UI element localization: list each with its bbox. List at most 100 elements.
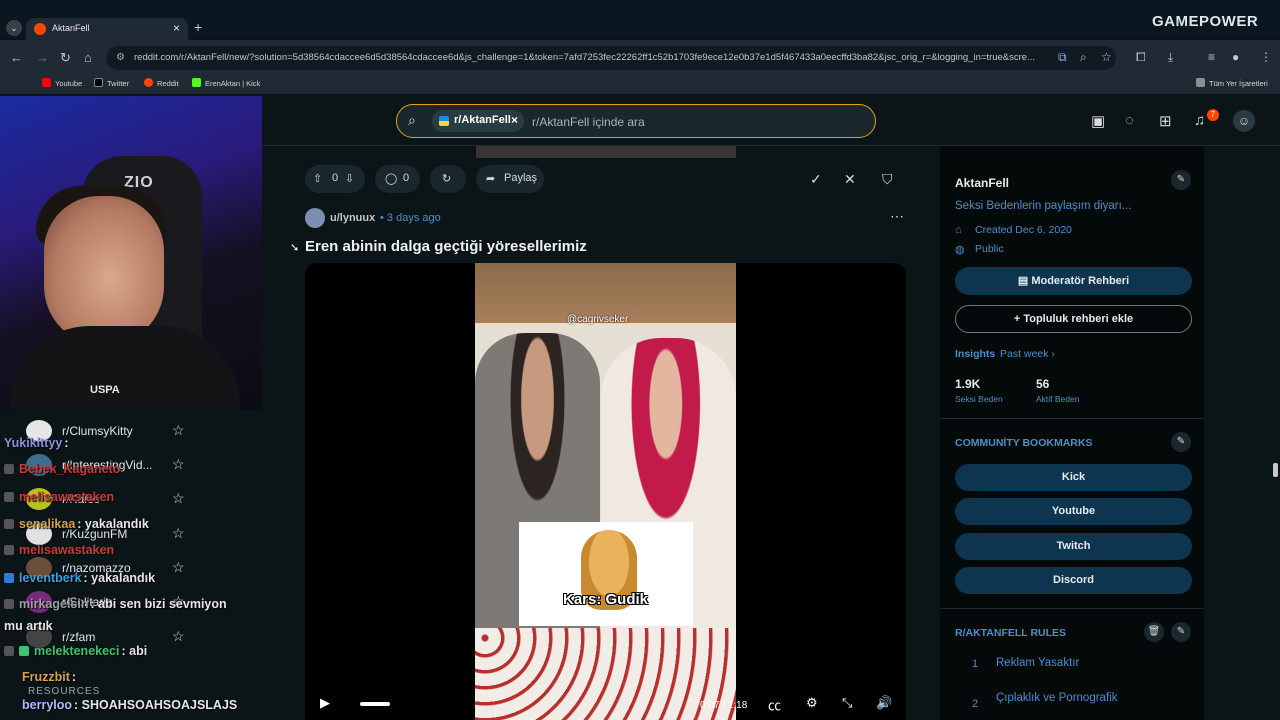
bookmark-youtube[interactable]: Youtube: [42, 78, 82, 88]
search-icon: ⌕: [408, 112, 416, 128]
streamer-webcam: ZIO USPA: [0, 96, 262, 410]
forward-icon[interactable]: →: [36, 50, 49, 65]
insights-label[interactable]: Insights: [955, 348, 995, 360]
clear-scope-icon[interactable]: ×: [511, 113, 518, 127]
chat-badge-icon: [4, 646, 14, 656]
video-time: 0:07 / 1:18: [700, 700, 748, 711]
all-bookmarks[interactable]: Tüm Yer İşaretleri: [1196, 78, 1268, 88]
chat-message: Bebek_Kaganeto: [4, 462, 122, 476]
bookmark-twitter[interactable]: Twitter: [94, 78, 129, 88]
star-icon[interactable]: ☆: [1101, 50, 1112, 64]
rules-heading: R/AKTANFELL RULES: [955, 627, 1067, 639]
bookmarks-heading: COMMUNİTY BOOKMARKS: [955, 437, 1093, 449]
remove-icon[interactable]: ✕: [844, 171, 856, 188]
home-icon[interactable]: ⌂: [84, 50, 92, 65]
fullscreen-icon[interactable]: ⤡: [842, 695, 852, 711]
mouse-cursor-icon: ➘: [290, 242, 300, 254]
post-timestamp: • 3 days ago: [380, 212, 441, 224]
community-icon: [439, 116, 449, 126]
post-title[interactable]: Eren abinin dalga geçtiği yöresellerimiz: [305, 238, 587, 255]
favorite-star-icon[interactable]: ☆: [172, 456, 185, 473]
new-tab-button[interactable]: +: [194, 19, 202, 35]
vote-bar[interactable]: ⇧ 0 ⇩: [305, 165, 365, 193]
volume-icon[interactable]: 🔊: [876, 695, 892, 711]
favorite-star-icon[interactable]: ☆: [172, 525, 185, 542]
bookmark-kick[interactable]: ErenAktan | Kick: [192, 78, 260, 88]
edit-pencil-icon[interactable]: ✎: [1171, 432, 1191, 452]
post-author[interactable]: u/lynuux: [330, 212, 375, 224]
tab-search-icon[interactable]: ⌄: [6, 20, 22, 36]
bell-icon[interactable]: ♫: [1194, 112, 1205, 129]
more-options-icon[interactable]: ⋯: [890, 208, 904, 225]
rule-text[interactable]: Çıplaklık ve Pornografik: [996, 692, 1117, 704]
captions-icon[interactable]: ㏄: [768, 695, 781, 714]
approve-icon[interactable]: ✓: [810, 171, 822, 188]
video-progress-bar[interactable]: [360, 702, 390, 706]
community-description: Seksi Bedenlerin paylaşım diyarı...: [955, 200, 1132, 212]
favorite-star-icon[interactable]: ☆: [172, 490, 185, 507]
stat-members-value: 1.9K: [955, 377, 981, 391]
streamer-face: [44, 196, 164, 346]
bookmark-button-discord[interactable]: Discord: [955, 567, 1192, 594]
shirt-print: USPA: [90, 384, 120, 396]
reddit-favicon-icon: [34, 23, 46, 35]
browser-tab-bar: [0, 0, 1280, 38]
upvote-icon[interactable]: ⇧: [313, 172, 322, 185]
moderator-guide-button[interactable]: ▤ Moderatör Rehberi: [955, 267, 1192, 295]
chat-message: Yukikittyy:: [4, 436, 69, 450]
favorite-star-icon[interactable]: ☆: [172, 559, 185, 576]
edit-pencil-icon[interactable]: ✎: [1171, 170, 1191, 190]
trash-icon[interactable]: 🗑: [1144, 622, 1164, 642]
bookmark-button-twitch[interactable]: Twitch: [955, 533, 1192, 560]
edit-pencil-icon[interactable]: ✎: [1171, 622, 1191, 642]
globe-icon: ◍: [955, 244, 965, 256]
resources-heading[interactable]: RESOURCES: [28, 686, 100, 697]
play-icon[interactable]: ▶: [320, 695, 330, 711]
gamepower-logo: GAMEPOWER: [1152, 13, 1259, 30]
cake-icon: ⌂: [955, 224, 962, 236]
page-scrollbar[interactable]: [1273, 463, 1278, 477]
rule-text[interactable]: Reklam Yasaktır: [996, 657, 1079, 669]
chat-badge-icon: [4, 464, 14, 474]
zoom-icon[interactable]: ⌕: [1080, 50, 1087, 65]
video-frame[interactable]: [475, 263, 736, 720]
bookmark-reddit[interactable]: Reddit: [144, 78, 179, 88]
favorite-star-icon[interactable]: ☆: [172, 422, 185, 439]
mod-shield-icon[interactable]: ⛉: [882, 171, 893, 188]
translate-icon[interactable]: ⧉: [1058, 50, 1067, 65]
tab-title: AktanFell: [52, 23, 90, 33]
close-tab-icon[interactable]: ×: [173, 21, 180, 35]
site-info-icon[interactable]: ⚙: [116, 52, 125, 63]
browser-tab[interactable]: AktanFell ×: [26, 18, 188, 40]
author-avatar[interactable]: [305, 208, 325, 228]
downvote-icon[interactable]: ⇩: [345, 172, 354, 185]
share-button[interactable]: ➦ Paylaş: [476, 165, 544, 193]
add-community-guide-button[interactable]: + Topluluk rehberi ekle: [955, 305, 1192, 333]
extensions-icon[interactable]: ⧠: [1136, 50, 1146, 65]
menu-icon[interactable]: ⋮: [1260, 50, 1272, 64]
favorite-star-icon[interactable]: ☆: [172, 628, 185, 645]
settings-gear-icon[interactable]: ⚙: [806, 695, 818, 711]
crosspost-button[interactable]: ↻: [430, 165, 466, 193]
avatar[interactable]: ☺: [1233, 110, 1255, 132]
reload-icon[interactable]: ↻: [60, 50, 71, 66]
back-icon[interactable]: ←: [10, 50, 23, 65]
chat-message: mu artık: [4, 619, 53, 633]
chat-icon[interactable]: ◌: [1125, 112, 1134, 129]
crosspost-icon: ↻: [442, 173, 452, 185]
comments-button[interactable]: ◯ 0: [375, 165, 420, 193]
chat-message: berryloo: SHOAHSOAHSOAJSLAJS: [22, 698, 238, 712]
search-placeholder: r/AktanFell içinde ara: [532, 115, 645, 129]
bookmark-button-youtube[interactable]: Youtube: [955, 498, 1192, 525]
advertise-icon[interactable]: ▣: [1091, 112, 1105, 130]
search-scope-chip[interactable]: r/AktanFell ×: [432, 110, 524, 132]
chat-message: melektenekeci: abi: [4, 644, 147, 658]
playlist-icon[interactable]: ≡: [1208, 50, 1215, 64]
insights-period-dropdown[interactable]: Past week ›: [1000, 348, 1055, 360]
profile-icon[interactable]: ●: [1232, 50, 1239, 64]
previous-post-media: [476, 146, 736, 158]
bookmark-button-kick[interactable]: Kick: [955, 464, 1192, 491]
download-icon[interactable]: ⤓: [1168, 50, 1173, 65]
create-post-icon[interactable]: ⊞: [1159, 112, 1172, 130]
url-field[interactable]: reddit.com/r/AktanFell/new/?solution=5d3…: [106, 46, 1116, 70]
